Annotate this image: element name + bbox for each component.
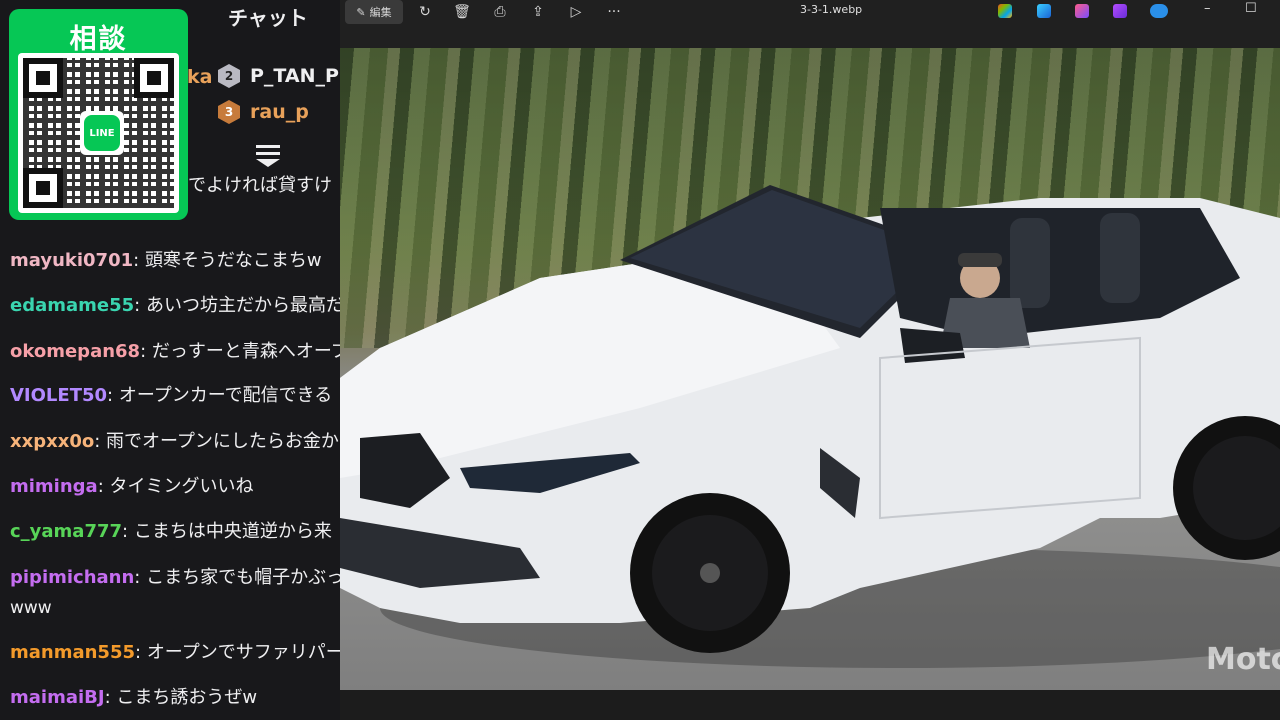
chat-text: タイミングいいね [109, 476, 254, 497]
qr-code: LINE [18, 53, 179, 213]
onedrive-icon[interactable] [1150, 4, 1168, 18]
print-icon[interactable]: ⎙ [487, 0, 513, 24]
file-name: 3-3-1.webp [800, 3, 863, 16]
chat-message: xxpxx0o: 雨でオープンにしたらお金か [10, 431, 339, 452]
chat-message: VIOLET50: オープンカーで配信できる [10, 385, 333, 406]
chat-username[interactable]: okomepan68 [10, 341, 140, 362]
chat-text: こまち誘おうぜw [116, 687, 258, 708]
minimize-icon[interactable]: – [1204, 1, 1211, 16]
line-qr-badge[interactable]: 相談 LINE [9, 9, 188, 220]
chat-text: 雨でオープンにしたらお金か [106, 431, 339, 452]
trash-icon[interactable]: 🗑 [449, 0, 475, 24]
chat-message: maimaiBJ: こまち誘おうぜw [10, 687, 258, 708]
share-icon[interactable]: ⇪ [525, 0, 551, 24]
chat-text: オープンでサファリパーク [146, 642, 340, 663]
edit-label: 編集 [369, 6, 392, 19]
more-icon[interactable]: ··· [601, 0, 627, 24]
chat-message: manman555: オープンでサファリパーク [10, 641, 340, 665]
chat-username[interactable]: maimaiBJ [10, 687, 105, 708]
chat-username[interactable]: miminga [10, 476, 98, 497]
chat-text: だっすーと青森へオープ [151, 341, 340, 362]
qr-finder-icon [134, 58, 174, 98]
chat-username[interactable]: mayuki0701 [10, 250, 133, 271]
chat-message-continuation: www [10, 598, 52, 618]
chat-message: mayuki0701: 頭寒そうだなこまちw [10, 250, 322, 271]
car-photo: Motc [340, 48, 1280, 690]
edit-icon: ✎ [356, 5, 366, 19]
clipchamp-app-icon[interactable] [1075, 4, 1089, 18]
leaderboard-name-partial: ka [187, 66, 213, 88]
maximize-icon[interactable]: ☐ [1245, 1, 1257, 16]
rank-badge-icon: 2 [218, 64, 240, 88]
chat-panel: チャット ka 2 P_TAN_P 3 rau_p でよければ貸すけ mayuk… [0, 0, 340, 720]
designer-app-icon[interactable] [1037, 4, 1051, 18]
photo-viewer-window: ✎ 編集 ↻ 🗑 ⎙ ⇪ ▷ ··· 3-3-1.webp – ☐ Motc [340, 0, 1280, 720]
chat-text: あいつ坊主だから最高だ [145, 295, 340, 316]
chat-username[interactable]: pipimichann [10, 567, 134, 588]
clipchamp-app-icon[interactable] [1113, 4, 1127, 18]
chat-message: edamame55: あいつ坊主だから最高だ [10, 294, 340, 318]
chat-text: こまち家でも帽子かぶって [146, 567, 340, 588]
leaderboard-entry[interactable]: 2 P_TAN_P [218, 62, 339, 90]
chat-message: okomepan68: だっすーと青森へオープ [10, 340, 340, 364]
chat-message: pipimichann: こまち家でも帽子かぶって [10, 566, 340, 590]
line-logo-icon: LINE [80, 111, 124, 155]
leaderboard-name: rau_p [250, 101, 309, 123]
rotate-icon[interactable]: ↻ [412, 0, 438, 24]
slideshow-icon[interactable]: ▷ [563, 0, 589, 24]
chat-username[interactable]: edamame55 [10, 295, 134, 316]
chat-message: c_yama777: こまちは中央道逆から来 [10, 521, 332, 542]
convertible-car-image [340, 185, 1280, 668]
copilot-app-icon[interactable] [998, 4, 1012, 18]
chat-username[interactable]: VIOLET50 [10, 385, 107, 406]
leaderboard-name: P_TAN_P [250, 65, 339, 87]
qr-finder-icon [23, 168, 63, 208]
chat-text: 頭寒そうだなこまちw [144, 250, 322, 271]
chat-username[interactable]: xxpxx0o [10, 431, 94, 452]
viewer-toolbar: ✎ 編集 ↻ 🗑 ⎙ ⇪ ▷ ··· 3-3-1.webp – ☐ [340, 0, 1280, 48]
viewer-status-bar [340, 690, 1280, 720]
chat-title: チャット [228, 6, 308, 30]
chat-message: miminga: タイミングいいね [10, 476, 254, 497]
leaderboard-entry[interactable]: 3 rau_p [218, 98, 309, 126]
chat-text: こまちは中央道逆から来 [133, 521, 332, 542]
rank-badge-icon: 3 [218, 100, 240, 124]
chat-username[interactable]: manman555 [10, 642, 135, 663]
watermark: Motc [1206, 642, 1280, 677]
chat-message-partial: でよければ貸すけ [188, 175, 332, 196]
collapse-leaderboard-icon[interactable] [256, 145, 280, 167]
chat-text: オープンカーで配信できる [118, 385, 333, 406]
qr-finder-icon [23, 58, 63, 98]
edit-button[interactable]: ✎ 編集 [345, 0, 403, 24]
chat-username[interactable]: c_yama777 [10, 521, 122, 542]
qr-label: 相談 [69, 24, 128, 55]
